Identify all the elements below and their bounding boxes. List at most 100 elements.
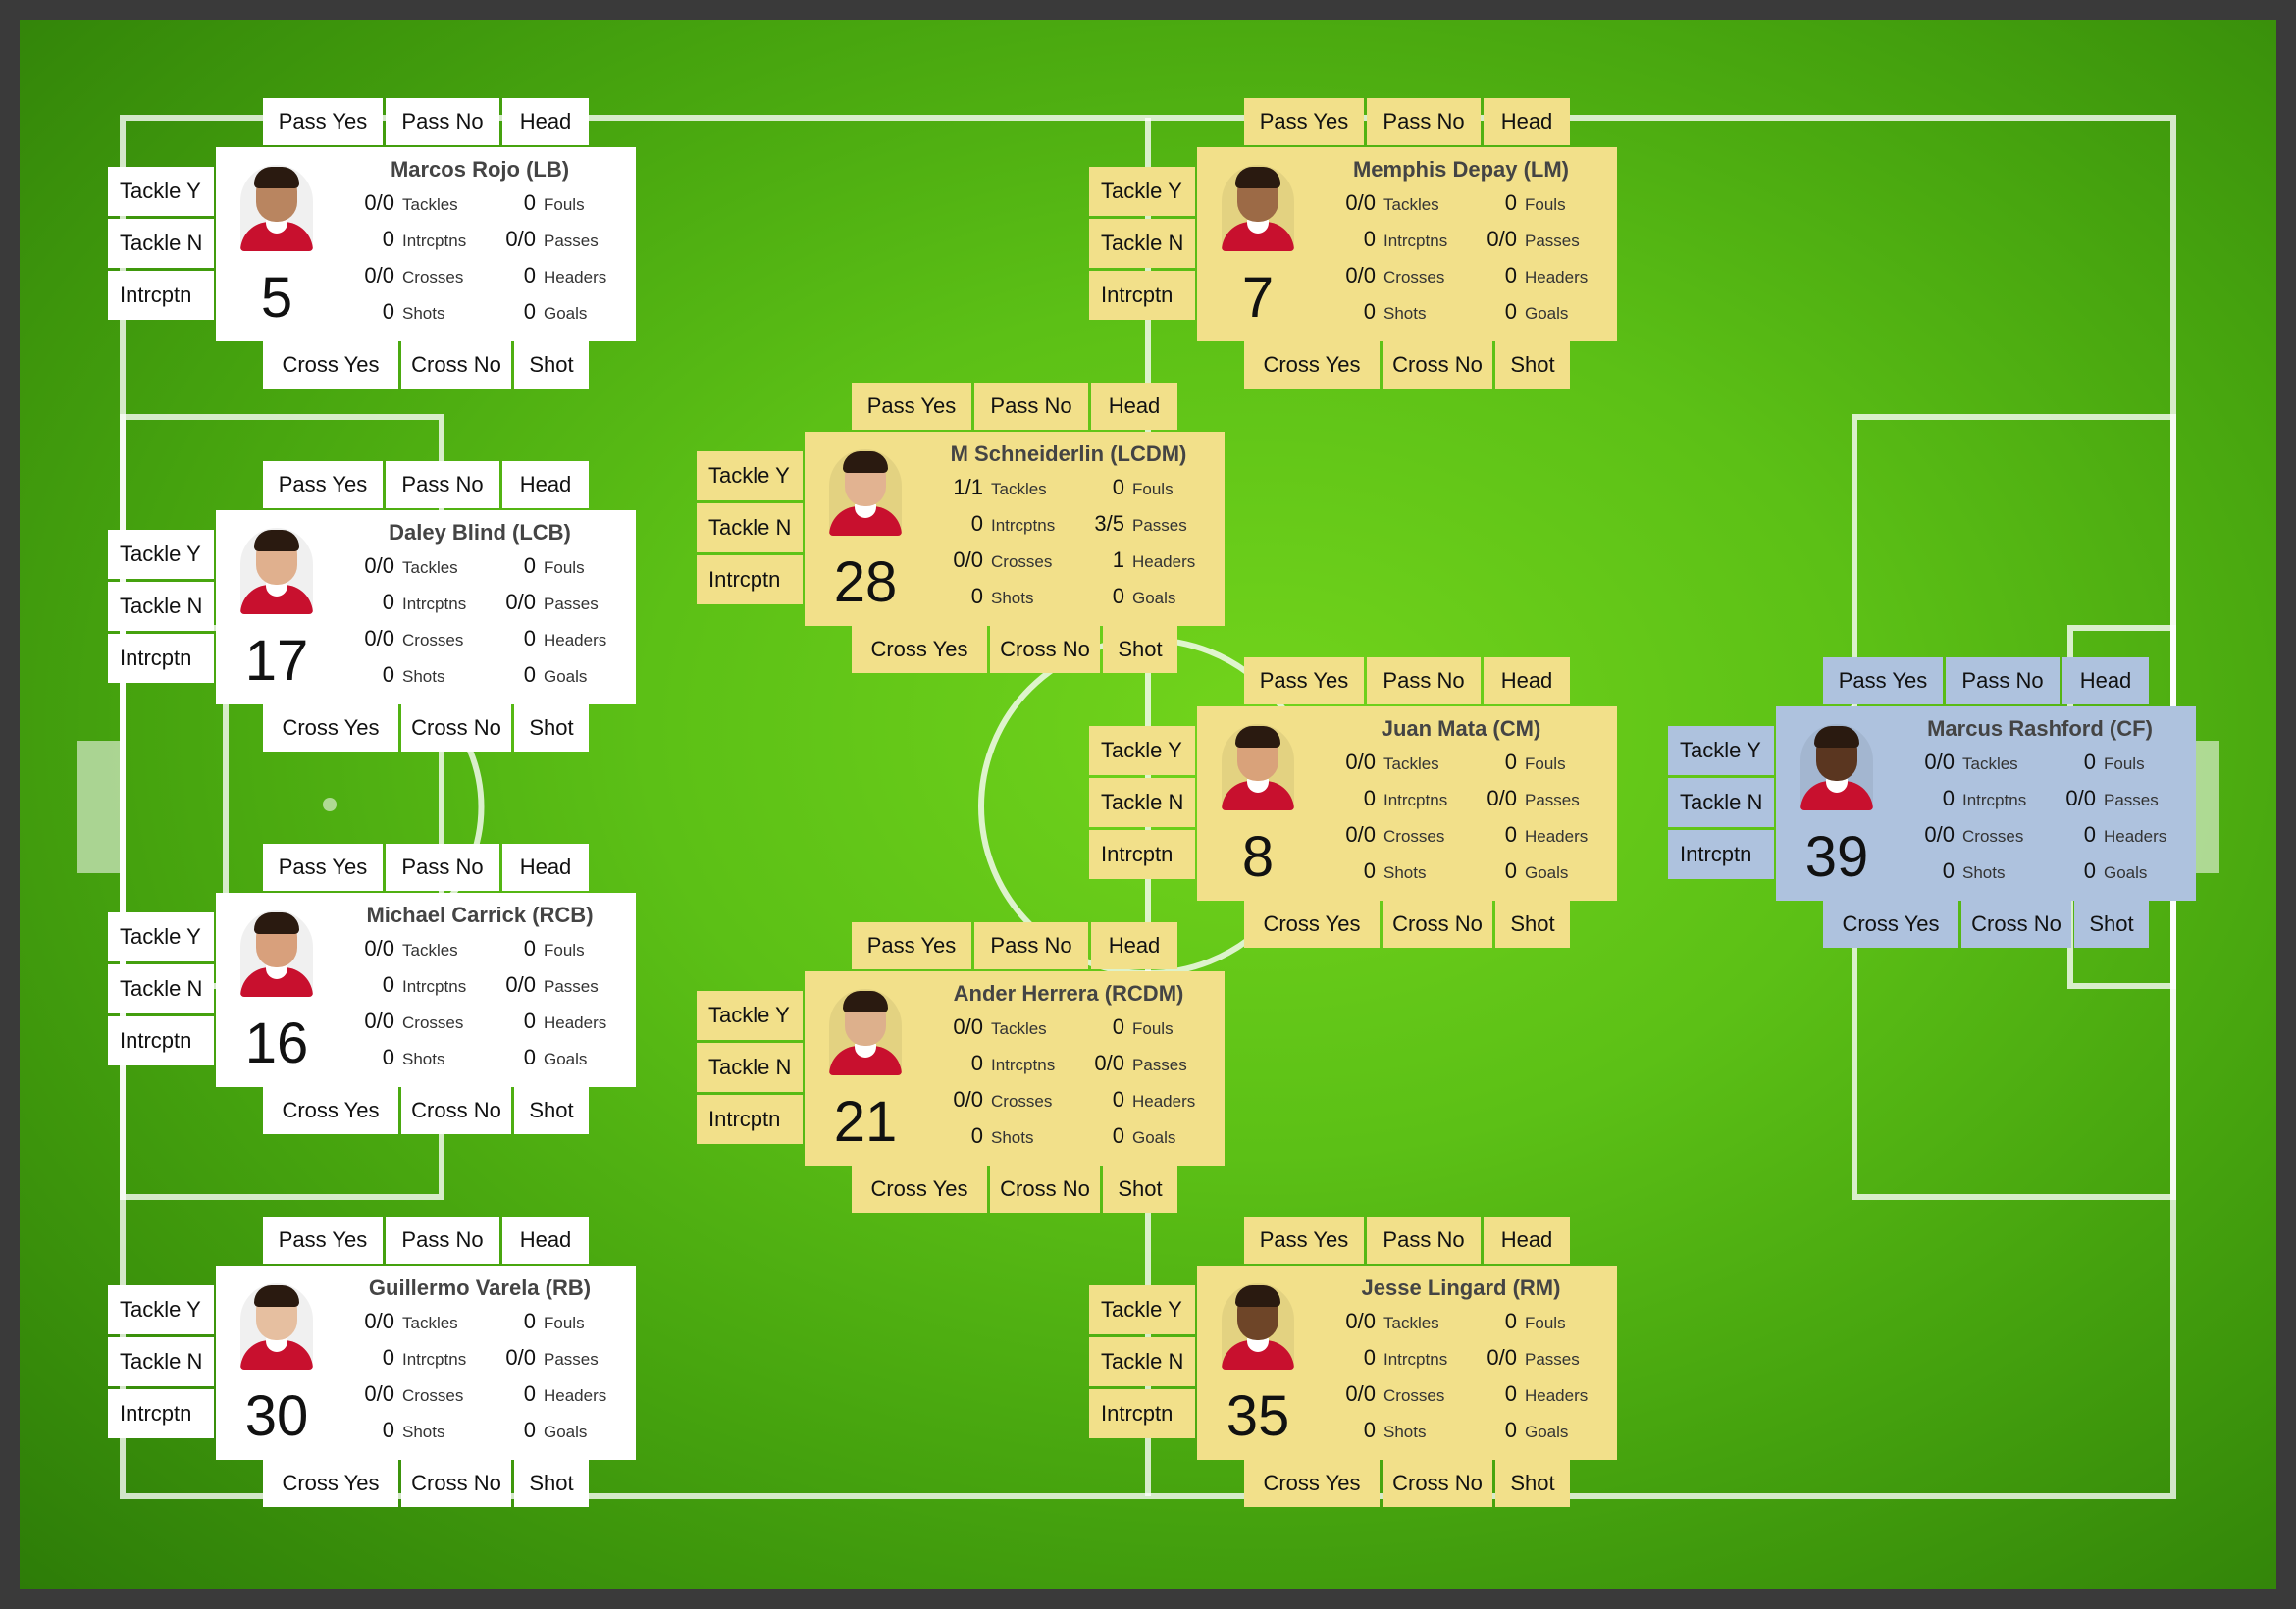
intrcptn-button[interactable]: Intrcptn [1089,830,1195,879]
head-button[interactable]: Head [1091,383,1177,430]
stat-passes: 0/0 Passes [491,590,598,619]
stat-tackles: 0/0 Tackles [343,1309,457,1338]
pass-yes-button[interactable]: Pass Yes [263,844,383,891]
cross-yes-button[interactable]: Cross Yes [263,1087,398,1134]
cross-yes-button[interactable]: Cross Yes [1244,901,1380,948]
cross-no-button[interactable]: Cross No [1383,901,1492,948]
stat-label: Headers [544,631,607,649]
shot-button[interactable]: Shot [514,704,589,752]
shot-button[interactable]: Shot [514,1460,589,1507]
tackle-n-button[interactable]: Tackle N [108,582,214,631]
stat-label: Headers [1525,268,1589,286]
cross-yes-button[interactable]: Cross Yes [1823,901,1958,948]
pass-no-button[interactable]: Pass No [974,922,1088,969]
pass-yes-button[interactable]: Pass Yes [263,98,383,145]
tackle-y-button[interactable]: Tackle Y [1089,1285,1195,1334]
tackle-y-button[interactable]: Tackle Y [697,991,803,1040]
pass-no-button[interactable]: Pass No [1946,657,2060,704]
tackle-n-button[interactable]: Tackle N [697,503,803,552]
shot-button[interactable]: Shot [1103,1166,1177,1213]
tackle-n-button[interactable]: Tackle N [697,1043,803,1092]
tackle-y-button[interactable]: Tackle Y [108,530,214,579]
shot-button[interactable]: Shot [1495,341,1570,389]
pass-yes-button[interactable]: Pass Yes [1244,1217,1364,1264]
cross-no-button[interactable]: Cross No [401,341,511,389]
pass-no-button[interactable]: Pass No [386,844,499,891]
head-button[interactable]: Head [502,98,589,145]
tackle-n-button[interactable]: Tackle N [108,1337,214,1386]
cross-yes-button[interactable]: Cross Yes [263,704,398,752]
intrcptn-button[interactable]: Intrcptn [1089,271,1195,320]
tackle-n-button[interactable]: Tackle N [1089,778,1195,827]
pass-yes-button[interactable]: Pass Yes [852,383,971,430]
intrcptn-button[interactable]: Intrcptn [1089,1389,1195,1438]
intrcptn-button[interactable]: Intrcptn [1668,830,1774,879]
shot-button[interactable]: Shot [514,1087,589,1134]
intrcptn-button[interactable]: Intrcptn [108,1016,214,1065]
pass-yes-button[interactable]: Pass Yes [1244,657,1364,704]
cross-no-button[interactable]: Cross No [990,1166,1100,1213]
shot-button[interactable]: Shot [1495,1460,1570,1507]
stat-fouls: 0 Fouls [2051,750,2145,779]
cross-tabs: Cross Yes Cross No Shot [263,704,589,752]
stat-value: 0/0 [1924,750,1955,774]
shot-button[interactable]: Shot [514,341,589,389]
stat-shots: 0 Shots [343,662,445,692]
head-button[interactable]: Head [2062,657,2149,704]
intrcptn-button[interactable]: Intrcptn [108,271,214,320]
pass-no-button[interactable]: Pass No [974,383,1088,430]
tackle-y-button[interactable]: Tackle Y [108,167,214,216]
cross-yes-button[interactable]: Cross Yes [263,1460,398,1507]
tackle-y-button[interactable]: Tackle Y [108,1285,214,1334]
tackle-y-button[interactable]: Tackle Y [108,912,214,961]
pass-yes-button[interactable]: Pass Yes [263,1217,383,1264]
shot-button[interactable]: Shot [1495,901,1570,948]
cross-yes-button[interactable]: Cross Yes [852,1166,987,1213]
stat-label: Shots [402,1050,445,1068]
tackle-y-button[interactable]: Tackle Y [1089,726,1195,775]
cross-no-button[interactable]: Cross No [990,626,1100,673]
head-button[interactable]: Head [1484,98,1570,145]
intrcptn-button[interactable]: Intrcptn [108,634,214,683]
tackle-n-button[interactable]: Tackle N [1668,778,1774,827]
pass-yes-button[interactable]: Pass Yes [1823,657,1943,704]
tackle-tabs: Tackle Y Tackle N Intrcptn [108,912,214,1065]
head-button[interactable]: Head [1484,657,1570,704]
cross-no-button[interactable]: Cross No [1383,1460,1492,1507]
intrcptn-button[interactable]: Intrcptn [697,555,803,604]
stat-value: 0 [1112,1014,1124,1039]
pass-no-button[interactable]: Pass No [386,98,499,145]
pass-yes-button[interactable]: Pass Yes [1244,98,1364,145]
head-button[interactable]: Head [1484,1217,1570,1264]
cross-no-button[interactable]: Cross No [401,704,511,752]
cross-no-button[interactable]: Cross No [401,1087,511,1134]
head-button[interactable]: Head [502,461,589,508]
intrcptn-button[interactable]: Intrcptn [697,1095,803,1144]
cross-no-button[interactable]: Cross No [1961,901,2071,948]
shot-button[interactable]: Shot [2074,901,2149,948]
tackle-n-button[interactable]: Tackle N [108,219,214,268]
tackle-y-button[interactable]: Tackle Y [1668,726,1774,775]
tackle-n-button[interactable]: Tackle N [1089,219,1195,268]
tackle-y-button[interactable]: Tackle Y [697,451,803,500]
cross-yes-button[interactable]: Cross Yes [852,626,987,673]
pass-yes-button[interactable]: Pass Yes [263,461,383,508]
pass-no-button[interactable]: Pass No [1367,98,1481,145]
stat-label: Intrcptns [402,595,467,613]
pass-yes-button[interactable]: Pass Yes [852,922,971,969]
cross-yes-button[interactable]: Cross Yes [1244,341,1380,389]
head-button[interactable]: Head [502,844,589,891]
pass-no-button[interactable]: Pass No [1367,657,1481,704]
pass-no-button[interactable]: Pass No [386,461,499,508]
tackle-n-button[interactable]: Tackle N [108,964,214,1013]
cross-no-button[interactable]: Cross No [401,1460,511,1507]
pass-no-button[interactable]: Pass No [386,1217,499,1264]
head-button[interactable]: Head [502,1217,589,1264]
tackle-n-button[interactable]: Tackle N [1089,1337,1195,1386]
intrcptn-button[interactable]: Intrcptn [108,1389,214,1438]
cross-yes-button[interactable]: Cross Yes [1244,1460,1380,1507]
cross-yes-button[interactable]: Cross Yes [263,341,398,389]
tackle-y-button[interactable]: Tackle Y [1089,167,1195,216]
cross-no-button[interactable]: Cross No [1383,341,1492,389]
pass-no-button[interactable]: Pass No [1367,1217,1481,1264]
